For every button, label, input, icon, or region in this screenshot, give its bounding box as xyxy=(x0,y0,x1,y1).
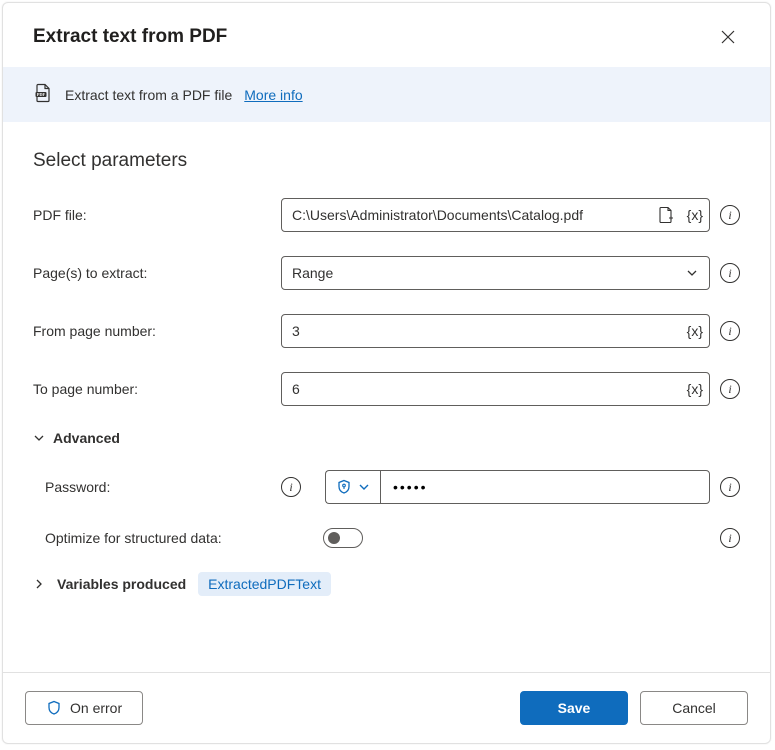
shield-icon xyxy=(46,700,62,716)
variable-pill[interactable]: ExtractedPDFText xyxy=(198,572,331,596)
row-pages: Page(s) to extract: Range i xyxy=(33,256,740,290)
section-title: Select parameters xyxy=(33,150,740,172)
dialog-header: Extract text from PDF xyxy=(3,3,770,67)
info-button[interactable]: i xyxy=(720,528,740,548)
dialog-title: Extract text from PDF xyxy=(33,26,227,48)
optimize-toggle[interactable] xyxy=(323,528,363,548)
on-error-button[interactable]: On error xyxy=(25,691,143,725)
advanced-expander[interactable]: Advanced xyxy=(33,430,740,446)
pdf-file-input-group: {x} xyxy=(281,198,710,232)
dialog: Extract text from PDF PDF Extract text f… xyxy=(2,2,771,744)
variables-produced-row[interactable]: Variables produced ExtractedPDFText xyxy=(33,572,740,596)
password-label: Password: xyxy=(45,479,110,495)
pdf-file-input[interactable] xyxy=(282,199,651,231)
dialog-content: Select parameters PDF file: {x} i Page(s… xyxy=(3,122,770,672)
optimize-label: Optimize for structured data: xyxy=(33,530,313,546)
password-field-wrap xyxy=(325,470,710,504)
more-info-link[interactable]: More info xyxy=(244,87,302,103)
pages-select[interactable]: Range xyxy=(281,256,710,290)
from-page-input[interactable] xyxy=(282,315,681,347)
advanced-label: Advanced xyxy=(53,430,120,446)
banner-text: Extract text from a PDF file xyxy=(65,87,232,103)
to-page-input[interactable] xyxy=(282,373,681,405)
toggle-knob xyxy=(328,532,340,544)
row-password: Password: i i xyxy=(33,470,740,504)
password-input[interactable] xyxy=(380,470,710,504)
info-button[interactable]: i xyxy=(720,477,740,497)
row-pdf-file: PDF file: {x} i xyxy=(33,198,740,232)
pdf-file-label: PDF file: xyxy=(33,207,271,223)
info-button[interactable]: i xyxy=(720,379,740,399)
chevron-down-icon xyxy=(685,266,699,280)
file-browse-icon xyxy=(657,206,675,224)
insert-variable-button[interactable]: {x} xyxy=(681,315,709,347)
dialog-footer: On error Save Cancel xyxy=(3,672,770,743)
from-page-label: From page number: xyxy=(33,323,271,339)
shield-icon xyxy=(336,479,352,495)
pdf-file-icon: PDF xyxy=(33,83,53,106)
close-button[interactable] xyxy=(712,21,744,53)
close-icon xyxy=(721,30,735,44)
chevron-down-icon xyxy=(358,481,370,493)
info-button[interactable]: i xyxy=(720,263,740,283)
svg-text:PDF: PDF xyxy=(37,92,46,97)
info-banner: PDF Extract text from a PDF file More in… xyxy=(3,67,770,122)
insert-variable-button[interactable]: {x} xyxy=(681,199,709,231)
on-error-label: On error xyxy=(70,700,122,716)
pages-label: Page(s) to extract: xyxy=(33,265,271,281)
row-to-page: To page number: {x} i xyxy=(33,372,740,406)
row-optimize: Optimize for structured data: i xyxy=(33,528,740,548)
variables-produced-label: Variables produced xyxy=(57,576,186,592)
save-button[interactable]: Save xyxy=(520,691,628,725)
chevron-right-icon xyxy=(33,578,45,590)
row-from-page: From page number: {x} i xyxy=(33,314,740,348)
to-page-label: To page number: xyxy=(33,381,271,397)
chevron-down-icon xyxy=(33,432,45,444)
password-mode-button[interactable] xyxy=(325,470,380,504)
info-button[interactable]: i xyxy=(281,477,301,497)
info-button[interactable]: i xyxy=(720,321,740,341)
insert-variable-button[interactable]: {x} xyxy=(681,373,709,405)
browse-file-button[interactable] xyxy=(651,199,681,231)
cancel-button[interactable]: Cancel xyxy=(640,691,748,725)
from-page-input-group: {x} xyxy=(281,314,710,348)
to-page-input-group: {x} xyxy=(281,372,710,406)
info-button[interactable]: i xyxy=(720,205,740,225)
pages-select-value: Range xyxy=(292,265,333,281)
